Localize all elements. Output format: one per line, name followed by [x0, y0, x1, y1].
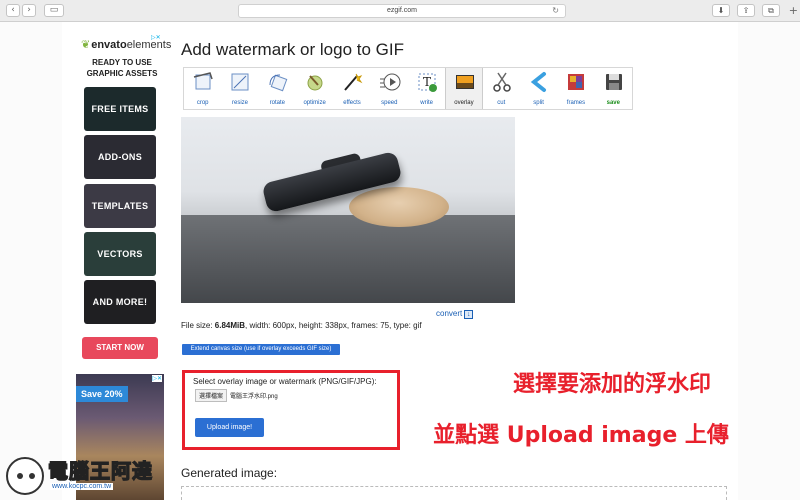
tool-split[interactable]: split — [520, 68, 557, 109]
overlay-icon — [456, 75, 475, 89]
upload-image-button[interactable]: Upload image! — [195, 418, 264, 437]
tool-frames[interactable]: frames — [557, 68, 594, 109]
tool-label: split — [533, 100, 544, 106]
annotation-upload: 並點選 Upload image 上傳 — [433, 423, 729, 448]
new-tab-button[interactable]: + — [789, 4, 798, 17]
save-badge: Save 20% — [76, 386, 128, 402]
tool-label: resize — [231, 100, 248, 106]
envato-tagline: READY TO USE GRAPHIC ASSETS — [86, 58, 158, 78]
crop-icon — [193, 72, 213, 90]
download-button[interactable]: ⬇ — [712, 4, 730, 17]
tool-rotate[interactable]: rotate — [259, 68, 296, 109]
adchoices-icon[interactable]: ▷✕ — [151, 34, 161, 41]
rotate-icon — [269, 74, 287, 92]
gif-preview-image — [181, 117, 515, 303]
wireless-charger — [349, 187, 449, 227]
mascot-eye — [17, 473, 23, 479]
save-icon — [605, 74, 622, 90]
convert-link[interactable]: convert ↓ — [436, 309, 474, 319]
tool-bar: crop resize rotate optimize effects spee… — [183, 67, 633, 110]
ad-card-label: VECTORS — [97, 249, 143, 259]
mascot-face-icon — [6, 457, 44, 495]
selected-file-name: 電腦王浮水印.png — [230, 394, 278, 400]
extend-canvas-button[interactable]: Extend canvas size (use if overlay excee… — [182, 344, 340, 355]
tool-save[interactable]: save — [595, 68, 632, 109]
tool-label: rotate — [269, 100, 285, 106]
tool-label: optimize — [303, 100, 326, 106]
tool-label: frames — [566, 100, 586, 106]
ad-card-label: ADD-ONS — [97, 152, 143, 162]
tool-overlay[interactable]: overlay — [445, 68, 483, 109]
choose-file-button[interactable]: 選擇檔案 — [195, 389, 228, 402]
split-icon — [530, 72, 546, 92]
speed-icon — [379, 73, 401, 91]
share-button[interactable]: ⇪ — [737, 4, 755, 17]
envato-brand: envato — [91, 39, 127, 51]
ad-card-label: FREE ITEMS — [91, 104, 149, 114]
tool-label: cut — [497, 100, 506, 106]
file-info-prefix: File size: — [181, 321, 215, 330]
sidebar-toggle-button[interactable]: ▭ — [44, 4, 64, 17]
ad-card-label: AND MORE! — [92, 297, 148, 307]
convert-icon: ↓ — [464, 310, 474, 319]
ad-card-label: TEMPLATES — [91, 201, 149, 211]
tool-write[interactable]: T write — [408, 68, 445, 109]
ad-card-and-more[interactable]: AND MORE! — [84, 280, 156, 324]
overlay-upload-form: Select overlay image or watermark (PNG/G… — [182, 370, 400, 450]
page-title: Add watermark or logo to GIF — [181, 40, 404, 59]
convert-label: convert — [436, 309, 463, 318]
desk-surface — [181, 215, 515, 303]
cut-icon — [492, 72, 511, 92]
browser-toolbar: ‹ › ▭ ezgif.com ↻ ⬇ ⇪ ⧉ + — [0, 0, 800, 22]
forward-button[interactable]: › — [22, 4, 36, 17]
file-info-details: , width: 600px, height: 338px, frames: 7… — [245, 321, 422, 330]
ad-card-add-ons[interactable]: ADD-ONS — [84, 135, 156, 179]
tool-cut[interactable]: cut — [483, 68, 520, 109]
ad-card-free-items[interactable]: FREE ITEMS — [84, 87, 156, 131]
file-size: 6.84MiB — [214, 321, 246, 330]
start-now-button[interactable]: START NOW — [82, 337, 158, 359]
overlay-label: Select overlay image or watermark (PNG/G… — [193, 377, 377, 386]
reload-icon[interactable]: ↻ — [552, 5, 559, 17]
annotation-select-watermark: 選擇要添加的浮水印 — [413, 370, 723, 400]
file-info: File size: 6.84MiB, width: 600px, height… — [181, 321, 422, 330]
tool-label: write — [420, 100, 433, 106]
ad-card-vectors[interactable]: VECTORS — [84, 232, 156, 276]
tabs-button[interactable]: ⧉ — [762, 4, 780, 17]
effects-icon — [344, 73, 363, 91]
watermark-text: 電腦王阿達 — [47, 458, 153, 483]
address-bar[interactable]: ezgif.com ↻ — [238, 4, 566, 18]
ad-card-templates[interactable]: TEMPLATES — [84, 184, 156, 228]
url-text: ezgif.com — [387, 7, 417, 14]
envato-brand-suffix: elements — [126, 39, 172, 51]
generated-image-area — [181, 486, 727, 500]
tool-crop[interactable]: crop — [184, 68, 221, 109]
write-icon: T — [418, 73, 437, 92]
optimize-icon — [307, 75, 323, 91]
tool-resize[interactable]: resize — [221, 68, 258, 109]
tool-label: crop — [196, 100, 209, 106]
adchoices-icon[interactable]: ▷✕ — [152, 375, 162, 382]
frames-icon — [568, 74, 585, 90]
leaf-icon: ❦ — [81, 39, 91, 51]
tool-label: overlay — [454, 100, 474, 106]
tool-label: effects — [343, 100, 361, 106]
mascot-eye — [29, 473, 35, 479]
tool-speed[interactable]: speed — [371, 68, 408, 109]
watermark-url: www.kocpc.com.tw — [50, 483, 114, 490]
tool-effects[interactable]: effects — [333, 68, 370, 109]
tool-label: save — [606, 100, 620, 106]
back-button[interactable]: ‹ — [6, 4, 20, 17]
resize-icon — [231, 73, 249, 91]
tool-label: speed — [381, 100, 398, 106]
left-margin — [0, 22, 62, 500]
site-watermark: 電腦王阿達 www.kocpc.com.tw — [4, 453, 184, 499]
generated-image-heading: Generated image: — [181, 466, 278, 480]
web-page: ❦envatoelements ▷✕ READY TO USE GRAPHIC … — [0, 22, 800, 500]
tool-optimize[interactable]: optimize — [296, 68, 333, 109]
